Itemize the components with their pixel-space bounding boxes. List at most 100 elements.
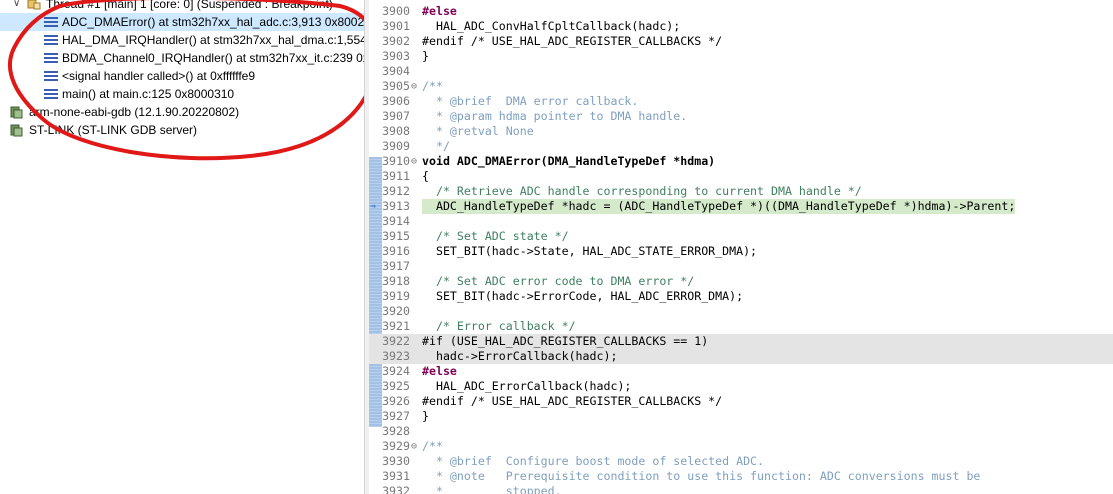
stack-frame-label: <signal handler called>() at 0xffffffe9: [62, 69, 256, 83]
code-text: /* Set ADC state */: [422, 229, 569, 243]
code-line[interactable]: 3920: [369, 304, 1113, 319]
line-number: 3923: [382, 349, 410, 363]
stack-frame-label: main() at main.c:125 0x8000310: [62, 87, 235, 101]
line-number: 3909: [382, 139, 410, 153]
fold-collapse-icon[interactable]: ⊖: [411, 439, 421, 454]
code-line-inactive[interactable]: 3923 hadc->ErrorCallback(hadc);: [369, 349, 1113, 364]
code-line[interactable]: 3900 #else: [369, 4, 1113, 19]
preprocessor-directive: #else: [422, 4, 457, 18]
code-line[interactable]: 3917: [369, 259, 1113, 274]
stack-frame-icon: [44, 34, 58, 46]
code-line[interactable]: 3905 ⊖ /**: [369, 79, 1113, 94]
code-line[interactable]: 3906 * @brief DMA error callback.: [369, 94, 1113, 109]
chevron-down-icon[interactable]: ∨: [13, 0, 23, 13]
line-number: 3927: [382, 409, 410, 423]
code-line[interactable]: 3914: [369, 214, 1113, 229]
code-text: #endif /* USE_HAL_ADC_REGISTER_CALLBACKS…: [422, 34, 723, 48]
code-text: * @brief DMA error callback.: [422, 94, 639, 108]
line-number: 3904: [382, 64, 410, 78]
line-number: 3928: [382, 424, 410, 438]
process-row-gdb[interactable]: arm-none-eabi-gdb (12.1.90.20220802): [0, 103, 364, 121]
code-text: hadc->ErrorCallback(hadc);: [422, 349, 618, 363]
code-line[interactable]: 3916 SET_BIT(hadc->State, HAL_ADC_STATE_…: [369, 244, 1113, 259]
code-line[interactable]: 3929 ⊖ /**: [369, 439, 1113, 454]
code-line[interactable]: 3904: [369, 64, 1113, 79]
code-line[interactable]: 3907 * @param hdma pointer to DMA handle…: [369, 109, 1113, 124]
code-line[interactable]: 3926 #endif /* USE_HAL_ADC_REGISTER_CALL…: [369, 394, 1113, 409]
line-number: 3919: [382, 289, 410, 303]
code-line-inactive[interactable]: 3922 #if (USE_HAL_ADC_REGISTER_CALLBACKS…: [369, 334, 1113, 349]
code-line[interactable]: 3925 HAL_ADC_ErrorCallback(hadc);: [369, 379, 1113, 394]
code-line[interactable]: 3930 * @brief Configure boost mode of se…: [369, 454, 1113, 469]
fold-collapse-icon[interactable]: ⊖: [411, 154, 421, 169]
tree-row-thread[interactable]: ∨ Thread #1 [main] 1 [core: 0] (Suspende…: [0, 0, 364, 13]
line-number: 3914: [382, 214, 410, 228]
line-number: 3901: [382, 19, 410, 33]
stack-frame-row-3[interactable]: BDMA_Channel0_IRQHandler() at stm32h7xx_…: [0, 49, 364, 67]
stack-frame-row-5[interactable]: main() at main.c:125 0x8000310: [0, 85, 364, 103]
code-line[interactable]: 3910 ⊖ void ADC_DMAError(DMA_HandleTypeD…: [369, 154, 1113, 169]
stack-frame-icon: [44, 52, 58, 64]
code-line[interactable]: 3901 HAL_ADC_ConvHalfCpltCallback(hadc);: [369, 19, 1113, 34]
code-line[interactable]: 3932 * stopped.: [369, 484, 1113, 494]
code-text: SET_BIT(hadc->State, HAL_ADC_STATE_ERROR…: [422, 244, 758, 258]
code-text: */: [422, 139, 450, 153]
line-number: 3905: [382, 79, 410, 93]
process-label: ST-LINK (ST-LINK GDB server): [29, 123, 198, 137]
code-line[interactable]: 3919 SET_BIT(hadc->ErrorCode, HAL_ADC_ER…: [369, 289, 1113, 304]
instruction-pointer-icon: ⇒: [370, 201, 377, 212]
code-line[interactable]: 3927 }: [369, 409, 1113, 424]
stack-frame-icon: [44, 70, 58, 82]
stack-frame-row-1[interactable]: ADC_DMAError() at stm32h7xx_hal_adc.c:3,…: [0, 13, 364, 31]
code-text: /**: [422, 79, 443, 93]
line-number: 3929: [382, 439, 410, 453]
code-line[interactable]: 3912 /* Retrieve ADC handle correspondin…: [369, 184, 1113, 199]
line-number: 3931: [382, 469, 410, 483]
code-text: #else: [422, 364, 457, 378]
line-number: 3902: [382, 34, 410, 48]
process-row-stlink[interactable]: ST-LINK (ST-LINK GDB server): [0, 121, 364, 139]
code-line[interactable]: 3918 /* Set ADC error code to DMA error …: [369, 274, 1113, 289]
code-text: SET_BIT(hadc->ErrorCode, HAL_ADC_ERROR_D…: [422, 289, 744, 303]
code-text: * @brief Configure boost mode of selecte…: [422, 454, 765, 468]
line-number: 3926: [382, 394, 410, 408]
code-line[interactable]: 3903 }: [369, 49, 1113, 64]
code-line-current[interactable]: ⇒ 3913 ADC_HandleTypeDef *hadc = (ADC_Ha…: [369, 199, 1113, 214]
code-line[interactable]: 3921 /* Error callback */: [369, 319, 1113, 334]
stack-frame-icon: [44, 88, 58, 100]
line-number: 3911: [382, 169, 410, 183]
line-number: 3900: [382, 4, 410, 18]
code-line[interactable]: 3902 #endif /* USE_HAL_ADC_REGISTER_CALL…: [369, 34, 1113, 49]
code-editor[interactable]: 3900 #else 3901 HAL_ADC_ConvHalfCpltCall…: [369, 0, 1113, 494]
line-number: 3906: [382, 94, 410, 108]
line-number: 3918: [382, 274, 410, 288]
code-text: HAL_ADC_ErrorCallback(hadc);: [422, 379, 632, 393]
stack-frame-row-2[interactable]: HAL_DMA_IRQHandler() at stm32h7xx_hal_dm…: [0, 31, 364, 49]
code-text: HAL_ADC_ConvHalfCpltCallback(hadc);: [422, 19, 681, 33]
code-text: {: [422, 169, 429, 183]
code-text: #if (USE_HAL_ADC_REGISTER_CALLBACKS == 1…: [422, 334, 709, 348]
line-number: 3912: [382, 184, 410, 198]
code-line[interactable]: 3908 * @retval None: [369, 124, 1113, 139]
line-number: 3916: [382, 244, 410, 258]
gdb-process-icon: [10, 106, 23, 119]
fold-collapse-icon[interactable]: ⊖: [411, 79, 421, 94]
stack-frame-label: HAL_DMA_IRQHandler() at stm32h7xx_hal_dm…: [62, 33, 364, 47]
code-text: /* Error callback */: [422, 319, 576, 333]
code-text: #else: [422, 4, 457, 19]
code-text: }: [422, 49, 429, 63]
code-text: * @param hdma pointer to DMA handle.: [422, 109, 688, 123]
code-line[interactable]: 3911 {: [369, 169, 1113, 184]
code-line[interactable]: 3915 /* Set ADC state */: [369, 229, 1113, 244]
code-line[interactable]: 3909 */: [369, 139, 1113, 154]
code-line[interactable]: 3928: [369, 424, 1113, 439]
line-number: 3932: [382, 484, 410, 494]
code-line[interactable]: 3924 #else: [369, 364, 1113, 379]
line-number: 3915: [382, 229, 410, 243]
line-number: 3925: [382, 379, 410, 393]
code-line[interactable]: 3931 * @note Prerequisite condition to u…: [369, 469, 1113, 484]
line-number: 3910: [382, 154, 410, 168]
stack-frame-icon: [44, 16, 58, 28]
stack-frame-label: BDMA_Channel0_IRQHandler() at stm32h7xx_…: [62, 51, 364, 65]
stack-frame-row-4[interactable]: <signal handler called>() at 0xffffffe9: [0, 67, 364, 85]
